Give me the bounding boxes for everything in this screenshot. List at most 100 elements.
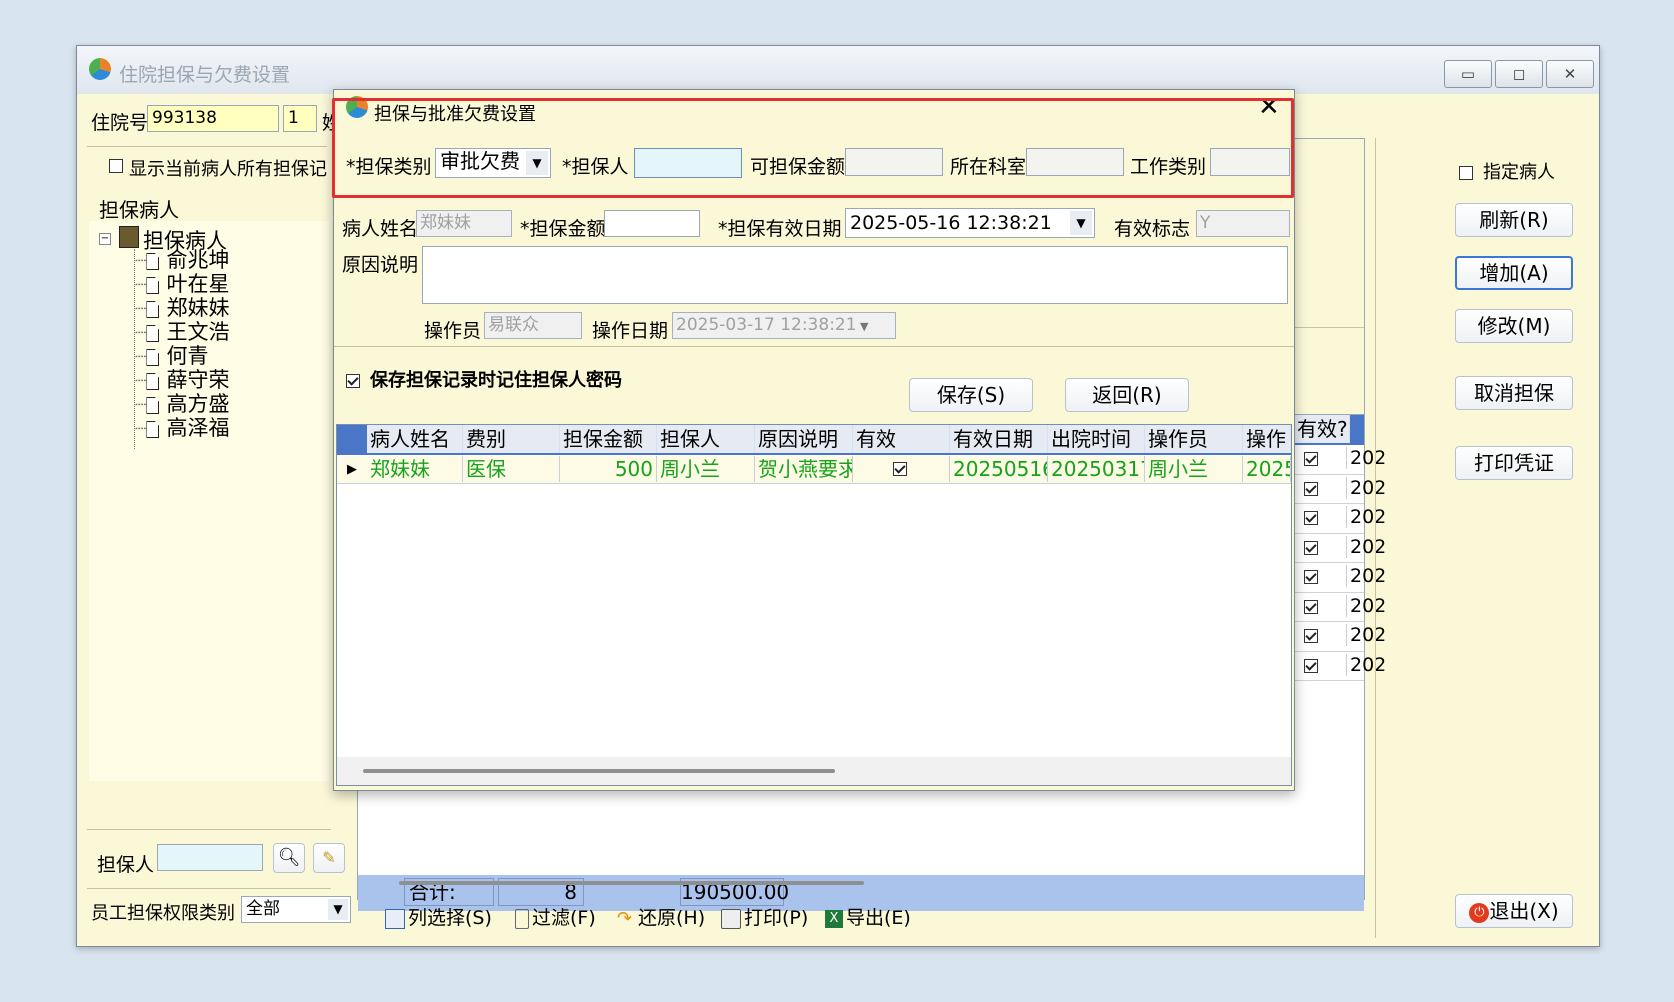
amount-label: *担保金额 (520, 218, 606, 240)
horizontal-scrollbar[interactable] (363, 769, 835, 773)
reason-label: 原因说明 (342, 254, 419, 276)
col-valid-date: 有效日期 (950, 425, 1048, 453)
scrollbar-track (337, 757, 1291, 785)
dept-label: 所在科室 (950, 156, 1027, 178)
print-button[interactable]: 打印(P) (721, 903, 808, 930)
calendar-dropdown-icon: ▼ (1070, 211, 1092, 235)
tree-item[interactable]: ┈ 薛守荣 (135, 368, 229, 392)
date-cell: 202 (1346, 535, 1386, 558)
dialog-grid-header: 病人姓名 费别 担保金额 担保人 原因说明 有效 有效日期 出院时间 操作员 操… (337, 425, 1291, 455)
remember-pwd-label: 保存担保记录时记住担保人密码 (370, 370, 623, 391)
document-icon (146, 301, 160, 318)
valid-checkbox[interactable] (1304, 452, 1318, 466)
tree-item-label: 薛守荣 (166, 368, 230, 392)
col-valid: 有效? (1294, 415, 1350, 443)
dept-field (1026, 148, 1124, 176)
col-amount: 担保金额 (560, 425, 657, 453)
tree-item[interactable]: ┈ 何青 (135, 344, 229, 368)
guarantee-dialog: 担保与批准欠费设置 ✕ *担保类别 审批欠费 ▼ *担保人 可担保金额 所在科室… (332, 89, 1295, 791)
print-voucher-button[interactable]: 打印凭证 (1455, 446, 1573, 480)
valid-checkbox[interactable] (1304, 658, 1318, 673)
document-icon (146, 421, 160, 438)
valid-checkbox[interactable] (1304, 481, 1318, 496)
date-cell: 202 (1346, 447, 1386, 469)
admission-seq-input[interactable]: 1 (283, 105, 317, 132)
bottom-toolbar: 列选择(S) 过滤(F) ↷ 还原(H) 打印(P) X 导出(E) (385, 903, 1085, 933)
tree-item[interactable]: ┈ 高泽福 (135, 416, 229, 440)
search-button[interactable]: 🔍︎ (273, 843, 305, 873)
col-op: 操作 (1243, 425, 1291, 453)
admission-number-input[interactable]: 993138 (147, 105, 279, 132)
restore-button[interactable]: ↷ 还原(H) (617, 903, 705, 930)
dialog-close-button[interactable]: ✕ (1258, 92, 1280, 122)
cell-guarantor: 周小兰 (657, 456, 755, 482)
col-fee-type: 费别 (463, 425, 560, 453)
remember-pwd-row[interactable]: 保存担保记录时记住担保人密码 (346, 366, 622, 392)
exit-button[interactable]: ⏻ 退出(X) (1455, 894, 1573, 928)
column-select-icon (385, 908, 405, 929)
date-cell: 202 (1346, 565, 1386, 587)
column-select-button[interactable]: 列选择(S) (385, 903, 492, 930)
remember-pwd-checkbox[interactable] (346, 373, 360, 388)
valid-flag-field: Y (1196, 210, 1290, 237)
valid-checkbox[interactable] (893, 462, 907, 476)
specify-patient-checkbox[interactable] (1459, 165, 1473, 180)
filter-button[interactable]: 过滤(F) (515, 903, 596, 930)
tree-collapse-icon[interactable]: − (99, 233, 111, 245)
col-patient-name: 病人姓名 (367, 425, 463, 453)
tree-item[interactable]: ┈ 郑妹妹 (135, 296, 229, 320)
minimize-button[interactable]: ▭ (1444, 60, 1492, 88)
guarantee-type-select[interactable]: 审批欠费 ▼ (435, 148, 551, 178)
dropdown-arrow-icon: ▼ (856, 320, 869, 333)
reason-textarea[interactable] (422, 246, 1288, 304)
date-cell: 202 (1346, 506, 1386, 528)
valid-checkbox[interactable] (1304, 629, 1318, 643)
col-discharge: 出院时间 (1048, 425, 1145, 453)
maximize-button[interactable]: ◻ (1495, 60, 1543, 88)
modify-button[interactable]: 修改(M) (1455, 309, 1573, 343)
valid-checkbox[interactable] (1304, 570, 1318, 584)
return-button[interactable]: 返回(R) (1065, 378, 1189, 412)
available-amount-field (845, 148, 943, 176)
refresh-button[interactable]: 刷新(R) (1455, 203, 1573, 237)
filter-icon (515, 908, 529, 929)
dropdown-arrow-icon: ▼ (328, 899, 348, 920)
type-label-text: *担保类别 (346, 156, 432, 178)
valid-checkbox[interactable] (1304, 511, 1318, 525)
export-button[interactable]: X 导出(E) (825, 903, 911, 930)
valid-date-picker[interactable]: 2025-05-16 12:38:21 ▼ (845, 208, 1095, 238)
cell-fee-type: 医保 (463, 456, 560, 482)
tree-item-label: 郑妹妹 (166, 296, 230, 320)
valid-checkbox[interactable] (1304, 540, 1318, 555)
guarantor-search-input[interactable] (157, 844, 263, 871)
cell-valid-date: 20250516 (950, 456, 1048, 482)
tree-item[interactable]: ┈ 高方盛 (135, 392, 229, 416)
row-indicator-icon: ▶ (347, 462, 357, 477)
restore-icon: ↷ (617, 907, 633, 929)
valid-checkbox[interactable] (1304, 599, 1318, 614)
tree-item[interactable]: ┈ 王文浩 (135, 320, 229, 344)
title-bar: 住院担保与欠费设置 ▭ ◻ ✕ (77, 46, 1599, 94)
guarantor-input[interactable] (634, 148, 742, 178)
dialog-logo-icon (346, 96, 368, 118)
operator-field: 易联众 (484, 312, 582, 339)
close-button[interactable]: ✕ (1546, 60, 1594, 88)
tree-item[interactable]: ┈ 叶在星 (135, 272, 229, 296)
cancel-guarantee-button[interactable]: 取消担保 (1455, 376, 1573, 410)
filter-label: 过滤(F) (532, 907, 596, 929)
tree-item[interactable]: ┈ 俞兆坤 (135, 248, 229, 272)
dialog-grid[interactable]: 病人姓名 费别 担保金额 担保人 原因说明 有效 有效日期 出院时间 操作员 操… (336, 424, 1292, 786)
admission-label: 住院号 (91, 112, 149, 134)
specify-patient-row[interactable]: 指定病人 (1459, 158, 1555, 184)
save-button[interactable]: 保存(S) (909, 378, 1033, 412)
add-button[interactable]: 增加(A) (1455, 256, 1573, 290)
show-all-checkbox[interactable] (109, 159, 123, 173)
power-icon: ⏻ (1469, 902, 1490, 923)
cell-valid (853, 456, 950, 482)
clear-button[interactable]: ✎ (313, 843, 345, 873)
table-row[interactable]: ▶ 郑妹妹 医保 500 周小兰 贺小燕要求 20250516 20250317… (337, 456, 1291, 484)
amount-input[interactable] (604, 210, 700, 237)
horizontal-scrollbar[interactable] (399, 881, 864, 885)
left-bottom-divider (87, 829, 331, 830)
staff-perm-select[interactable]: 全部 ▼ (241, 896, 351, 923)
